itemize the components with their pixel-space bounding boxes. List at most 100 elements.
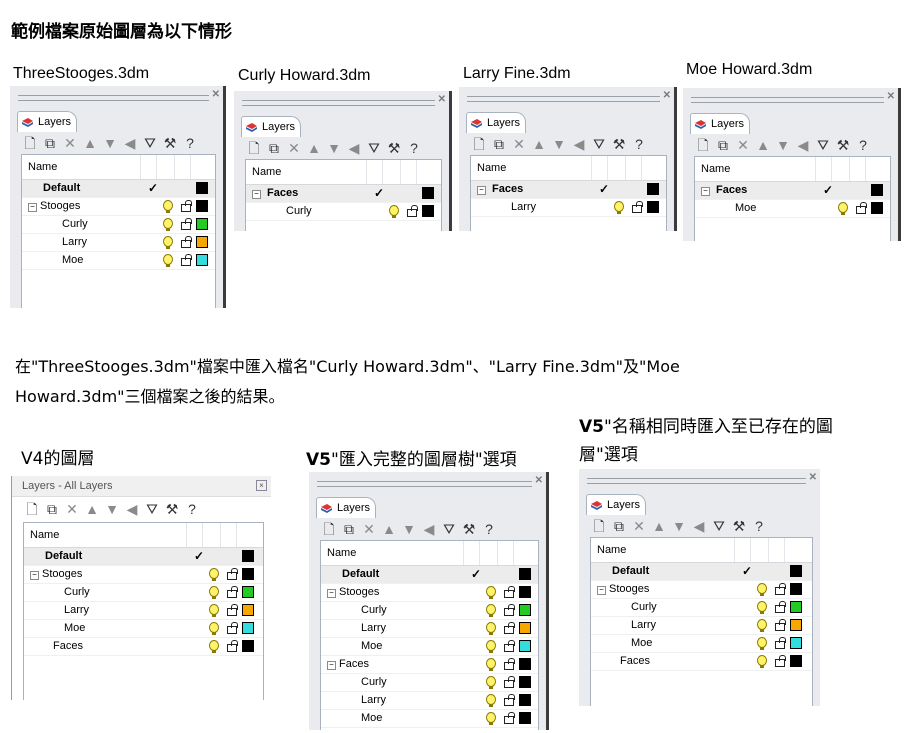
unlock-icon[interactable] <box>632 201 643 213</box>
table-row[interactable]: Curly <box>24 584 263 602</box>
unlock-icon[interactable] <box>504 586 515 598</box>
new-sublayer-icon[interactable]: ⧉ <box>490 135 508 153</box>
close-icon[interactable]: ✕ <box>212 89 220 100</box>
lightbulb-icon[interactable] <box>163 254 173 267</box>
column-header[interactable]: Name <box>695 157 890 182</box>
table-row[interactable]: Curly <box>246 203 441 221</box>
filter-icon[interactable]: ⛛ <box>143 500 161 518</box>
move-down-icon[interactable]: ▼ <box>101 134 119 152</box>
new-sublayer-icon[interactable]: ⧉ <box>610 517 628 535</box>
tab-layers[interactable]: Layers <box>586 494 646 515</box>
table-row[interactable]: Default ✓ <box>321 566 538 584</box>
unlock-icon[interactable] <box>227 640 238 652</box>
tools-icon[interactable]: ⚒ <box>460 520 478 538</box>
layer-color-swatch[interactable] <box>196 236 208 248</box>
filter-icon[interactable]: ⛛ <box>710 517 728 535</box>
move-down-icon[interactable]: ▼ <box>774 136 792 154</box>
unlock-icon[interactable] <box>407 205 418 217</box>
current-layer-check-icon[interactable]: ✓ <box>742 563 752 580</box>
new-layer-icon[interactable]: 🗋 <box>245 139 263 157</box>
column-header[interactable]: Name <box>24 523 263 548</box>
layer-color-swatch[interactable] <box>519 712 531 724</box>
current-layer-check-icon[interactable]: ✓ <box>148 180 158 197</box>
unlock-icon[interactable] <box>181 200 192 212</box>
table-row[interactable]: Moe <box>591 635 812 653</box>
unlock-icon[interactable] <box>227 586 238 598</box>
drag-handle[interactable] <box>587 478 806 484</box>
collapse-icon[interactable]: − <box>327 589 336 598</box>
unlock-icon[interactable] <box>504 640 515 652</box>
drag-handle[interactable] <box>317 481 532 487</box>
layer-color-swatch[interactable] <box>196 200 208 212</box>
delete-icon[interactable]: ✕ <box>61 134 79 152</box>
lightbulb-icon[interactable] <box>163 236 173 249</box>
help-icon[interactable]: ? <box>854 136 872 154</box>
layer-color-swatch[interactable] <box>519 694 531 706</box>
lightbulb-icon[interactable] <box>757 583 767 596</box>
table-row[interactable]: Curly <box>321 602 538 620</box>
lightbulb-icon[interactable] <box>757 601 767 614</box>
move-parent-icon[interactable]: ◀ <box>121 134 139 152</box>
lightbulb-icon[interactable] <box>614 201 624 214</box>
new-layer-icon[interactable]: 🗋 <box>590 517 608 535</box>
drag-handle[interactable] <box>18 95 209 101</box>
lightbulb-icon[interactable] <box>838 202 848 215</box>
collapse-icon[interactable]: − <box>597 586 606 595</box>
table-row[interactable]: Larry <box>321 620 538 638</box>
lightbulb-icon[interactable] <box>163 218 173 231</box>
lightbulb-icon[interactable] <box>486 676 496 689</box>
layer-color-swatch[interactable] <box>647 201 659 213</box>
layer-color-swatch[interactable] <box>242 550 254 562</box>
unlock-icon[interactable] <box>227 604 238 616</box>
layer-color-swatch[interactable] <box>647 183 659 195</box>
delete-icon[interactable]: ✕ <box>63 500 81 518</box>
layer-color-swatch[interactable] <box>790 637 802 649</box>
layer-color-swatch[interactable] <box>196 182 208 194</box>
unlock-icon[interactable] <box>181 218 192 230</box>
unlock-icon[interactable] <box>504 604 515 616</box>
table-row[interactable]: Moe <box>22 252 215 270</box>
layer-color-swatch[interactable] <box>519 676 531 688</box>
table-row[interactable]: Faces <box>24 638 263 656</box>
table-row[interactable]: Larry <box>24 602 263 620</box>
delete-icon[interactable]: ✕ <box>510 135 528 153</box>
close-icon[interactable]: ✕ <box>663 90 671 101</box>
new-sublayer-icon[interactable]: ⧉ <box>265 139 283 157</box>
collapse-icon[interactable]: − <box>28 203 37 212</box>
table-row[interactable]: − Stooges <box>591 581 812 599</box>
layer-color-swatch[interactable] <box>519 640 531 652</box>
table-row[interactable]: Curly <box>22 216 215 234</box>
table-row[interactable]: − Faces ✓ <box>695 182 890 200</box>
new-layer-icon[interactable]: 🗋 <box>470 135 488 153</box>
layer-color-swatch[interactable] <box>519 586 531 598</box>
unlock-icon[interactable] <box>775 583 786 595</box>
layer-color-swatch[interactable] <box>790 601 802 613</box>
layer-color-swatch[interactable] <box>871 184 883 196</box>
unlock-icon[interactable] <box>775 655 786 667</box>
collapse-icon[interactable]: − <box>701 187 710 196</box>
move-parent-icon[interactable]: ◀ <box>570 135 588 153</box>
tab-layers[interactable]: Layers <box>241 116 301 137</box>
move-down-icon[interactable]: ▼ <box>103 500 121 518</box>
table-row[interactable]: Moe <box>695 200 890 218</box>
lightbulb-icon[interactable] <box>486 658 496 671</box>
column-header[interactable]: Name <box>471 156 666 181</box>
new-sublayer-icon[interactable]: ⧉ <box>340 520 358 538</box>
current-layer-check-icon[interactable]: ✓ <box>823 182 833 199</box>
close-icon[interactable]: ✕ <box>887 91 895 102</box>
layer-color-swatch[interactable] <box>242 640 254 652</box>
unlock-icon[interactable] <box>181 254 192 266</box>
move-parent-icon[interactable]: ◀ <box>420 520 438 538</box>
lightbulb-icon[interactable] <box>486 712 496 725</box>
lightbulb-icon[interactable] <box>757 619 767 632</box>
lightbulb-icon[interactable] <box>163 200 173 213</box>
table-row[interactable]: Default ✓ <box>22 180 215 198</box>
lightbulb-icon[interactable] <box>486 640 496 653</box>
column-header[interactable]: Name <box>246 160 441 185</box>
move-parent-icon[interactable]: ◀ <box>690 517 708 535</box>
drag-handle[interactable] <box>691 97 884 103</box>
lightbulb-icon[interactable] <box>209 586 219 599</box>
table-row[interactable]: − Faces ✓ <box>246 185 441 203</box>
lightbulb-icon[interactable] <box>486 622 496 635</box>
current-layer-check-icon[interactable]: ✓ <box>471 566 481 583</box>
